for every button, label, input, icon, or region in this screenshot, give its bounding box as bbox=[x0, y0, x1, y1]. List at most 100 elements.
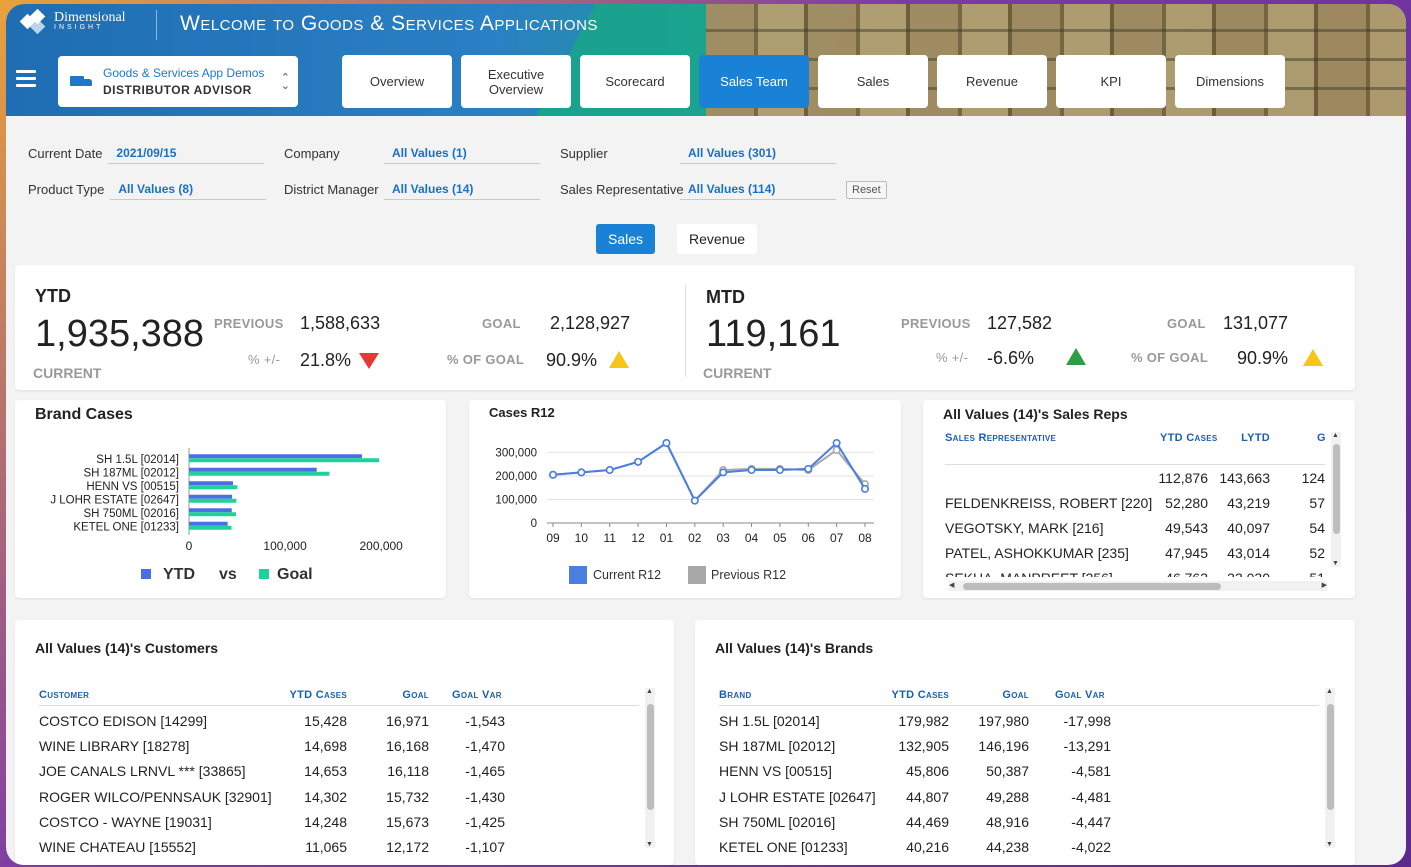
col-header-goal-var[interactable]: Goal Var bbox=[1055, 689, 1105, 701]
ytd-bar[interactable] bbox=[189, 521, 228, 526]
supplier-field[interactable]: All Values (301) bbox=[680, 142, 836, 164]
tab-sales-team[interactable]: Sales Team bbox=[699, 55, 809, 108]
sales-reps-hscroll[interactable]: ◀ ▶ bbox=[949, 581, 1327, 591]
current-r12-point[interactable] bbox=[719, 468, 728, 477]
current-r12-point[interactable] bbox=[804, 464, 813, 473]
x-tick-label: 01 bbox=[660, 531, 674, 545]
trend-down-icon bbox=[359, 353, 379, 369]
customer-row-name[interactable]: COSTCO - WAYNE [19031] bbox=[39, 814, 212, 830]
customer-row-name[interactable]: ROGER WILCO/PENNSAUK [32901] bbox=[39, 789, 272, 805]
x-tick-label: 09 bbox=[546, 531, 560, 545]
sales-rep-name[interactable]: VEGOTSKY, MARK [216] bbox=[945, 520, 1103, 536]
current-date-field[interactable]: 2021/09/15 bbox=[108, 142, 265, 164]
y-tick-label: 300,000 bbox=[495, 447, 537, 459]
scroll-down-icon[interactable]: ▼ bbox=[646, 841, 653, 848]
reset-button[interactable]: Reset bbox=[846, 181, 887, 199]
current-r12-point[interactable] bbox=[775, 466, 784, 475]
current-r12-point[interactable] bbox=[690, 496, 699, 505]
col-header-goal[interactable]: G bbox=[1317, 432, 1325, 444]
sales-rep-name[interactable]: SEKHA, MANPREET [256] bbox=[945, 570, 1113, 577]
district-manager-field[interactable]: All Values (14) bbox=[384, 178, 540, 200]
tab-kpi[interactable]: KPI bbox=[1056, 55, 1166, 108]
current-r12-point[interactable] bbox=[832, 438, 841, 447]
customers-vscroll[interactable]: ▲ ▼ bbox=[645, 688, 655, 848]
tab-executive-overview[interactable]: Executive Overview bbox=[461, 55, 571, 108]
customer-row-name[interactable]: JOE CANALS LRNVL *** [33865] bbox=[39, 763, 245, 779]
hamburger-menu-icon[interactable] bbox=[16, 70, 36, 87]
company-field[interactable]: All Values (1) bbox=[384, 142, 540, 164]
revenue-toggle-button[interactable]: Revenue bbox=[677, 224, 758, 254]
col-header-sales-rep[interactable]: Sales Representative bbox=[945, 432, 1056, 444]
current-r12-point[interactable] bbox=[549, 470, 558, 479]
customer-row-name[interactable]: WINE CHATEAU [15552] bbox=[39, 839, 196, 855]
customer-row-name[interactable]: COSTCO EDISON [14299] bbox=[39, 713, 207, 729]
scroll-left-icon[interactable]: ◀ bbox=[949, 581, 954, 589]
ytd-bar[interactable] bbox=[189, 494, 233, 499]
brands-vscroll[interactable]: ▲ ▼ bbox=[1325, 688, 1335, 848]
customer-row-value: -1,465 bbox=[465, 763, 505, 780]
col-header-ytd-cases[interactable]: YTD Cases bbox=[879, 689, 949, 701]
sales-rep-value: 54 bbox=[1309, 520, 1325, 536]
col-header-lytd[interactable]: LYTD bbox=[1227, 432, 1270, 444]
tab-revenue[interactable]: Revenue bbox=[937, 55, 1047, 108]
sales-toggle-button[interactable]: Sales bbox=[596, 224, 656, 254]
app-selector[interactable]: Goods & Services App Demos DISTRIBUTOR A… bbox=[58, 56, 298, 107]
current-r12-line[interactable] bbox=[552, 441, 866, 503]
col-header-brand[interactable]: Brand bbox=[719, 689, 752, 701]
ytd-bar[interactable] bbox=[189, 467, 317, 472]
sales-rep-value: 49,543 bbox=[1165, 520, 1208, 536]
scroll-up-icon[interactable]: ▲ bbox=[1332, 432, 1339, 439]
sales-rep-field[interactable]: All Values (114) bbox=[680, 178, 836, 200]
brand-row-value: 45,806 bbox=[906, 763, 949, 780]
brand-row-name[interactable]: SH 1.5L [02014] bbox=[719, 713, 820, 729]
scroll-right-icon[interactable]: ▶ bbox=[1322, 581, 1327, 589]
col-header-ytd-cases[interactable]: YTD Cases bbox=[1160, 432, 1217, 444]
sales-reps-vscroll[interactable]: ▲ ▼ bbox=[1331, 432, 1341, 567]
brand-row-value: 49,288 bbox=[986, 788, 1029, 805]
brand-row-name[interactable]: J LOHR ESTATE [02647] bbox=[719, 789, 876, 805]
product-type-field[interactable]: All Values (8) bbox=[110, 178, 267, 200]
current-r12-point[interactable] bbox=[634, 457, 643, 466]
sales-rep-value: 52 bbox=[1309, 545, 1325, 561]
goal-bar[interactable] bbox=[189, 525, 232, 530]
col-header-ytd-cases[interactable]: YTD Cases bbox=[279, 689, 347, 701]
tab-sales[interactable]: Sales bbox=[818, 55, 928, 108]
ytd-bar[interactable] bbox=[189, 481, 234, 486]
current-r12-point[interactable] bbox=[662, 438, 671, 447]
brand-row-name[interactable]: HENN VS [00515] bbox=[719, 763, 832, 779]
current-r12-point[interactable] bbox=[605, 466, 614, 475]
tab-scorecard[interactable]: Scorecard bbox=[580, 55, 690, 108]
sales-rep-value: 43,219 bbox=[1227, 495, 1270, 511]
customer-row-value: 12,172 bbox=[386, 839, 429, 855]
scroll-up-icon[interactable]: ▲ bbox=[646, 688, 653, 695]
goal-bar[interactable] bbox=[189, 471, 330, 476]
ytd-bar[interactable] bbox=[189, 508, 232, 513]
col-header-goal[interactable]: Goal bbox=[379, 689, 429, 701]
sales-rep-name[interactable]: FELDENKREISS, ROBERT [220] bbox=[945, 495, 1152, 511]
col-header-customer[interactable]: Customer bbox=[39, 689, 89, 701]
sales-rep-name[interactable]: PATEL, ASHOKKUMAR [235] bbox=[945, 545, 1129, 561]
current-r12-point[interactable] bbox=[860, 484, 869, 493]
goal-bar[interactable] bbox=[189, 458, 380, 463]
scroll-down-icon[interactable]: ▼ bbox=[1326, 841, 1333, 848]
current-r12-point[interactable] bbox=[747, 466, 756, 475]
ytd-bar[interactable] bbox=[189, 454, 362, 459]
goal-bar[interactable] bbox=[189, 485, 238, 490]
tab-dimensions[interactable]: Dimensions bbox=[1175, 55, 1285, 108]
goal-bar[interactable] bbox=[189, 512, 237, 517]
scroll-down-icon[interactable]: ▼ bbox=[1332, 560, 1339, 567]
col-header-goal[interactable]: Goal bbox=[979, 689, 1029, 701]
customer-row-name[interactable]: WINE LIBRARY [18278] bbox=[39, 738, 189, 754]
brand-row-value: 40,216 bbox=[906, 839, 949, 855]
brand-row-name[interactable]: SH 750ML [02016] bbox=[719, 814, 835, 830]
brand-row-name[interactable]: KETEL ONE [01233] bbox=[719, 839, 848, 855]
goal-bar[interactable] bbox=[189, 498, 237, 503]
tab-overview[interactable]: Overview bbox=[342, 55, 452, 108]
sales-rep-value: 43,014 bbox=[1227, 545, 1270, 561]
brand-row-name[interactable]: SH 187ML [02012] bbox=[719, 738, 835, 754]
current-r12-point[interactable] bbox=[577, 468, 586, 477]
legend-swatch-current bbox=[569, 566, 587, 584]
col-header-goal-var[interactable]: Goal Var bbox=[452, 689, 502, 701]
scroll-up-icon[interactable]: ▲ bbox=[1326, 688, 1333, 695]
mtd-title: MTD bbox=[706, 287, 745, 307]
